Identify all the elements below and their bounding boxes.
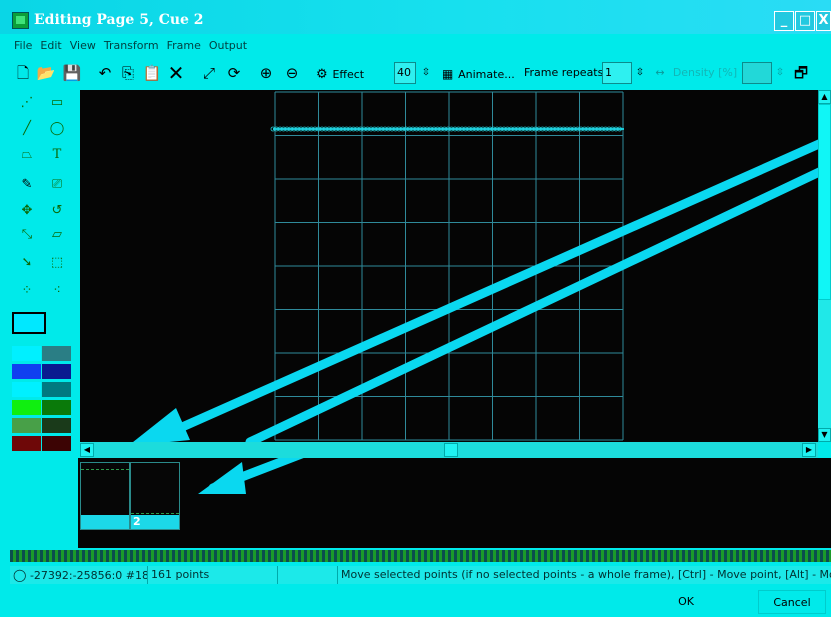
number-value: 40 [397,66,411,79]
new-icon[interactable]: 🗋 [14,62,32,84]
frame-repeats-value: 1 [605,66,612,79]
close-button[interactable]: X [816,11,831,31]
menu-output[interactable]: Output [205,36,251,56]
density-spinner-icon: ⇳ [775,67,785,78]
palette-swatch[interactable] [12,436,41,451]
properties-icon[interactable]: 🗗 [790,62,812,84]
title-bar: Editing Page 5, Cue 2 _ □ X [0,0,831,34]
menu-edit[interactable]: Edit [36,36,65,56]
gear-icon: ⚙ [316,67,328,82]
palette-swatch[interactable] [42,418,71,433]
ok-button[interactable]: OK [660,590,712,614]
horizontal-scroll-thumb[interactable] [444,443,458,457]
animate-icon: ▦ [442,67,454,81]
text-icon[interactable]: T [44,144,70,166]
undo-icon[interactable]: ↶ [96,62,114,84]
status-empty-cell [278,566,338,584]
marquee-select-icon[interactable]: ⬚ [44,252,70,274]
select-arrow-icon[interactable]: ➘ [14,252,40,274]
palette-swatch[interactable] [42,346,71,361]
palette-swatch[interactable] [42,400,71,415]
menu-view[interactable]: View [66,36,100,56]
animate-button[interactable]: ▦ Animate... [442,62,518,84]
foreground-color-swatch[interactable] [12,312,46,334]
zoom-out-icon[interactable]: ⊖ [282,62,302,84]
cancel-button[interactable]: Cancel [758,590,826,614]
palette-swatch[interactable] [42,364,71,379]
palette-swatch[interactable] [12,382,41,397]
density-label: Density [%] [672,66,738,79]
scroll-down-icon[interactable]: ▼ [818,428,831,442]
density-field [742,62,772,84]
effect-button[interactable]: ⚙ Effect [316,62,386,84]
maximize-button[interactable]: □ [795,11,815,31]
scroll-left-icon[interactable]: ◀ [80,443,94,457]
status-coords-cell: ◯ -27392:-25856:0 #18 V [10,566,148,584]
palette-swatch[interactable] [42,436,71,451]
status-coords: -27392:-25856:0 #18 V [29,569,148,582]
ellipse-icon[interactable]: ◯ [44,118,70,140]
scroll-right-icon[interactable]: ▶ [802,443,816,457]
menu-file[interactable]: File [10,36,36,56]
zoom-in-icon[interactable]: ⊕ [256,62,276,84]
frame-repeats-field[interactable]: 1 [602,62,632,84]
vertical-scroll-thumb[interactable] [818,104,831,300]
status-bar: ◯ -27392:-25856:0 #18 V 161 points Move … [10,566,831,584]
palette-swatch[interactable] [12,346,41,361]
density-arrow-icon: ↔ [655,66,665,79]
add-point-icon[interactable]: ⁘ [14,280,40,302]
brush-icon[interactable]: ✎ [14,174,40,196]
status-hint: Move selected points (if no selected poi… [341,568,831,581]
open-icon[interactable]: 📂 [36,62,56,84]
freehand-line-icon[interactable]: ⋰ [14,92,40,114]
app-icon [12,12,29,29]
circle-icon: ◯ [13,568,27,582]
vertical-scrollbar[interactable]: ▲ ▼ [818,90,831,442]
arrow-annotation-2-overlay [198,458,304,494]
copy-icon[interactable]: ⎘ [118,62,138,84]
effect-label: Effect [332,68,365,81]
frame-repeats-label: Frame repeats [524,66,604,79]
number-spinner-icon[interactable]: ⇳ [420,62,432,84]
menu-frame[interactable]: Frame [163,36,205,56]
toolbar: 🗋 📂 💾 ↶ ⎘ 📋 ✕ ⤢ ⟳ ⊕ ⊖ ⚙ Effect 40 ⇳ ▦ An… [10,58,831,88]
rectangle-icon[interactable]: ▭ [44,92,70,114]
palette-swatch[interactable] [12,364,41,379]
color-palette [12,346,72,470]
menu-bar: File Edit View Transform Frame Output [10,36,260,56]
paste-icon[interactable]: 📋 [142,62,162,84]
tool-palette: ⋰ ▭ ╱ ◯ ⏢ T ✎ ⎚ ✥ ↺ ⤡ ▱ ➘ ⬚ ⁘ ⁖ [12,90,74,470]
frame-timeline-bar[interactable] [10,550,831,562]
palette-swatch[interactable] [12,418,41,433]
frame-strip: 2 [78,458,831,548]
number-field[interactable]: 40 [394,62,416,84]
arrow-annotation-2 [245,167,818,442]
window-title: Editing Page 5, Cue 2 [34,12,204,28]
polygon-icon[interactable]: ⏢ [14,144,40,166]
palette-swatch[interactable] [42,382,71,397]
remove-point-icon[interactable]: ⁖ [44,280,70,302]
skew-tool-icon[interactable]: ▱ [44,224,70,246]
status-points: 161 points [148,566,278,584]
menu-transform[interactable]: Transform [100,36,163,56]
minimize-button[interactable]: _ [774,11,794,31]
line-icon[interactable]: ╱ [14,118,40,140]
animate-label: Animate... [458,68,515,81]
delete-icon[interactable]: ✕ [166,62,186,84]
scale-tool-icon[interactable]: ⤡ [14,224,40,246]
scale-icon[interactable]: ⤢ [200,62,218,84]
save-icon[interactable]: 💾 [62,62,82,84]
move-icon[interactable]: ✥ [14,200,40,222]
paint-roller-icon[interactable]: ⎚ [44,174,70,196]
scroll-up-icon[interactable]: ▲ [818,90,831,104]
rotate-tool-icon[interactable]: ↺ [44,200,70,222]
palette-swatch[interactable] [12,400,41,415]
horizontal-scrollbar[interactable]: ◀ ▶ [80,442,818,458]
frame-repeats-spinner-icon[interactable]: ⇳ [634,62,646,84]
rotate-icon[interactable]: ⟳ [224,62,244,84]
